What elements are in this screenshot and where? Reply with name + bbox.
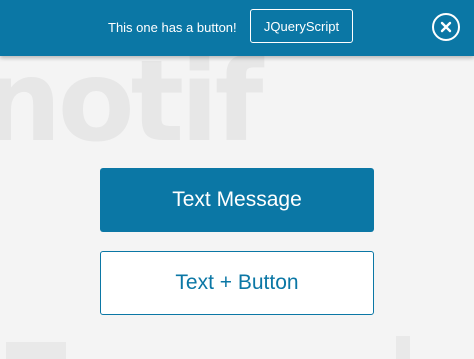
notification-close-button[interactable] bbox=[432, 13, 460, 41]
notification-action-button[interactable]: JQueryScript bbox=[250, 9, 353, 43]
notification-bar: This one has a button! JQueryScript bbox=[0, 0, 474, 56]
background-fragment-right bbox=[396, 336, 410, 359]
notification-message: This one has a button! bbox=[108, 20, 237, 35]
demo-page: notif This one has a button! JQueryScrip… bbox=[0, 0, 474, 359]
background-fragment-left bbox=[6, 342, 66, 359]
text-button-button[interactable]: Text + Button bbox=[100, 251, 374, 315]
text-message-button[interactable]: Text Message bbox=[100, 168, 374, 232]
background-logo-text: notif bbox=[0, 37, 263, 167]
close-icon bbox=[440, 21, 452, 33]
